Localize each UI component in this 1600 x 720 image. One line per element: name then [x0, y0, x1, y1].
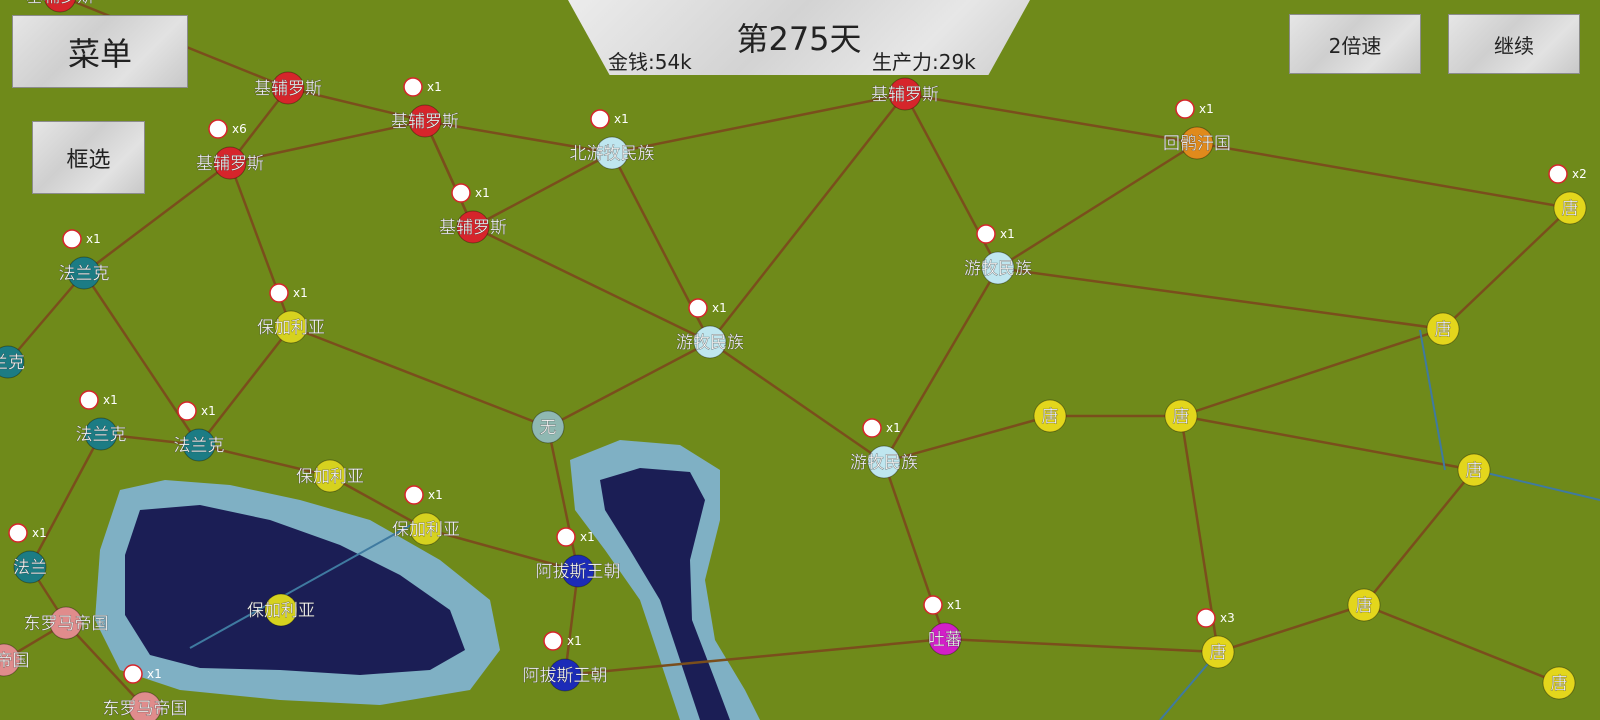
army-icon-bg1[interactable]	[269, 283, 289, 303]
city-label-t3: 唐	[1173, 406, 1190, 427]
army-count-fr1: x1	[86, 232, 101, 246]
army-icon-k2[interactable]	[208, 119, 228, 139]
army-icon-nn[interactable]	[590, 109, 610, 129]
army-icon-nm2[interactable]	[688, 298, 708, 318]
army-icon-bg3[interactable]	[404, 485, 424, 505]
city-label-by2: 东罗马帝国	[103, 699, 188, 719]
army-count-uy: x1	[1199, 102, 1214, 116]
city-label-k1: 基辅罗斯	[254, 79, 322, 99]
army-icon-uy[interactable]	[1175, 99, 1195, 119]
city-label-fr3: 法兰克	[174, 436, 225, 456]
city-t5[interactable]: 唐	[1347, 588, 1381, 622]
army-icon-t_far_right[interactable]	[1548, 164, 1568, 184]
army-count-ab1: x1	[580, 530, 595, 544]
army-count-k4: x1	[475, 186, 490, 200]
city-label-k4: 基辅罗斯	[439, 218, 507, 238]
army-count-fr2: x1	[103, 393, 118, 407]
army-count-fr3: x1	[201, 404, 216, 418]
city-label-t6: 唐	[1210, 642, 1227, 663]
army-count-t_far_right: x2	[1572, 167, 1587, 181]
city-none1[interactable]: 无	[531, 410, 565, 444]
army-count-k2: x6	[232, 122, 247, 136]
army-icon-k4[interactable]	[451, 183, 471, 203]
army-count-bg1: x1	[293, 286, 308, 300]
city-label-uy: 回鹘汗国	[1163, 134, 1231, 154]
city-label-bg2: 保加利亚	[296, 467, 364, 487]
army-count-fr4: x1	[32, 526, 47, 540]
city-label-none1: 无	[540, 418, 557, 438]
army-icon-t6[interactable]	[1196, 608, 1216, 628]
city-label-nm2: 游牧民族	[676, 333, 744, 353]
city-label-bg1: 保加利亚	[257, 318, 325, 338]
city-label-nm1: 游牧民族	[964, 259, 1032, 279]
city-label-ab1: 阿拔斯王朝	[536, 562, 621, 582]
army-icon-k3[interactable]	[403, 77, 423, 97]
money-readout: 金钱:54k	[608, 50, 692, 74]
army-count-tib: x1	[947, 598, 962, 612]
city-label-fr2: 法兰克	[76, 425, 127, 445]
army-icon-nm1[interactable]	[976, 224, 996, 244]
city-label-t4: 唐	[1466, 460, 1483, 481]
army-count-nn: x1	[614, 112, 629, 126]
speed-button[interactable]: 2倍速	[1289, 14, 1421, 74]
army-count-nm1: x1	[1000, 227, 1015, 241]
city-label-nn: 北游牧民族	[570, 144, 655, 164]
city-label-fr1: 法兰克	[59, 264, 110, 284]
city-label-t2: 唐	[1042, 406, 1059, 427]
army-count-bg3: x1	[428, 488, 443, 502]
army-icon-fr1[interactable]	[62, 229, 82, 249]
city-label-nm3: 游牧民族	[850, 453, 918, 473]
army-count-ab2: x1	[567, 634, 582, 648]
army-icon-by2[interactable]	[123, 664, 143, 684]
army-icon-ab1[interactable]	[556, 527, 576, 547]
city-label-t1: 唐	[1435, 319, 1452, 340]
city-label-t7: 唐	[1551, 673, 1568, 694]
city-label-ab2: 阿拔斯王朝	[523, 666, 608, 686]
army-count-nm2: x1	[712, 301, 727, 315]
city-label-by1: 东罗马帝国	[24, 614, 109, 634]
productivity-readout: 生产力:29k	[872, 50, 976, 74]
game-screen: 基辅罗斯基辅罗斯基辅罗斯x6基辅罗斯x1基辅罗斯x1基辅罗斯北游牧民族x1回鹘汗…	[0, 0, 1600, 720]
city-label-t5: 唐	[1356, 595, 1373, 616]
city-label-bg4: 保加利亚	[247, 601, 315, 621]
army-count-by2: x1	[147, 667, 162, 681]
army-icon-ab2[interactable]	[543, 631, 563, 651]
army-icon-fr4[interactable]	[8, 523, 28, 543]
world-map[interactable]: 基辅罗斯基辅罗斯基辅罗斯x6基辅罗斯x1基辅罗斯x1基辅罗斯北游牧民族x1回鹘汗…	[0, 0, 1600, 720]
army-count-t6: x3	[1220, 611, 1235, 625]
city-t1[interactable]: 唐	[1426, 312, 1460, 346]
status-panel: 第275天 金钱:54k 生产力:29k	[568, 0, 1030, 75]
box-select-button[interactable]: 框选	[32, 121, 145, 194]
army-icon-fr3[interactable]	[177, 401, 197, 421]
army-icon-nm3[interactable]	[862, 418, 882, 438]
city-label-bg3: 保加利亚	[392, 520, 460, 540]
army-icon-fr2[interactable]	[79, 390, 99, 410]
city-t7[interactable]: 唐	[1542, 666, 1576, 700]
city-label-k_top_left: 基辅罗斯	[26, 0, 94, 7]
city-label-k2: 基辅罗斯	[196, 154, 264, 174]
city-label-fr_edge: 兰克	[0, 353, 25, 373]
city-t2[interactable]: 唐	[1033, 399, 1067, 433]
city-label-fr4: 法兰	[13, 558, 47, 578]
city-t4[interactable]: 唐	[1457, 453, 1491, 487]
city-label-k5: 基辅罗斯	[871, 85, 939, 105]
city-t3[interactable]: 唐	[1164, 399, 1198, 433]
army-icon-tib[interactable]	[923, 595, 943, 615]
city-label-t_far_right: 唐	[1562, 198, 1579, 219]
city-label-k3: 基辅罗斯	[391, 112, 459, 132]
city-label-by_edge: 马帝国	[0, 651, 30, 671]
army-count-nm3: x1	[886, 421, 901, 435]
continue-button[interactable]: 继续	[1448, 14, 1580, 74]
army-count-k3: x1	[427, 80, 442, 94]
menu-button[interactable]: 菜单	[12, 15, 188, 88]
city-label-tib: 吐蕃	[928, 630, 962, 650]
